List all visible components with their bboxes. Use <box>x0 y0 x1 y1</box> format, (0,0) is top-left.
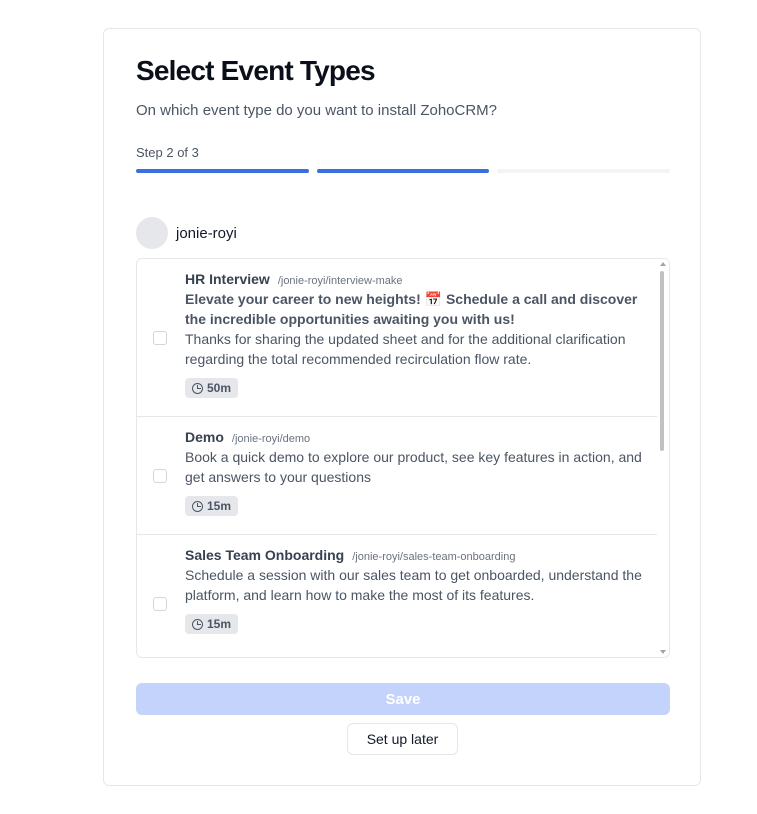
duration-label: 15m <box>207 617 232 631</box>
event-type-slug: /jonie-royi/sales-team-onboarding <box>352 551 516 563</box>
event-type-description: Schedule a session with our sales team t… <box>185 567 642 603</box>
list-scrollbar[interactable] <box>657 259 669 657</box>
user-header: jonie-royi <box>136 217 237 249</box>
avatar <box>136 217 168 249</box>
step-label: Step 2 of 3 <box>136 145 199 160</box>
event-type-content: Sales Team Onboarding /jonie-royi/sales-… <box>185 547 645 635</box>
event-type-name: Demo <box>185 429 224 445</box>
event-type-content: Demo /jonie-royi/demo Book a quick demo … <box>185 429 645 517</box>
page-subtitle: On which event type do you want to insta… <box>136 102 498 119</box>
progress-bar <box>136 169 671 173</box>
duration-label: 50m <box>207 381 232 395</box>
duration-badge: 15m <box>185 496 239 516</box>
event-type-content: HR Interview /jonie-royi/interview-make … <box>185 271 645 399</box>
progress-segment-2 <box>316 169 490 173</box>
event-type-item[interactable]: HR Interview /jonie-royi/interview-make … <box>137 259 659 417</box>
clock-icon <box>192 500 203 512</box>
scroll-down-arrow[interactable] <box>660 650 666 654</box>
event-type-checkbox[interactable] <box>153 331 167 345</box>
event-type-tagline: Elevate your career to new heights! 📅 Sc… <box>185 291 638 327</box>
event-type-description: Book a quick demo to explore our product… <box>185 449 642 485</box>
install-card: Select Event Types On which event type d… <box>103 28 701 786</box>
progress-segment-3 <box>497 169 671 173</box>
event-type-checkbox[interactable] <box>153 597 167 611</box>
clock-icon <box>192 382 203 394</box>
scroll-up-arrow[interactable] <box>660 262 666 266</box>
scrollbar-thumb[interactable] <box>660 271 664 451</box>
duration-badge: 50m <box>185 378 239 398</box>
set-up-later-button[interactable]: Set up later <box>347 723 458 755</box>
page-title: Select Event Types <box>136 55 376 86</box>
event-type-slug: /jonie-royi/interview-make <box>277 275 403 287</box>
event-type-list[interactable]: HR Interview /jonie-royi/interview-make … <box>136 258 670 658</box>
event-type-description: Thanks for sharing the updated sheet and… <box>185 331 626 367</box>
event-type-checkbox[interactable] <box>153 469 167 483</box>
event-type-item[interactable]: Sales Team Onboarding /jonie-royi/sales-… <box>137 535 659 657</box>
clock-icon <box>192 618 203 630</box>
username: jonie-royi <box>176 224 237 242</box>
event-type-name: HR Interview <box>185 271 270 287</box>
duration-badge: 15m <box>185 614 239 634</box>
event-type-slug: /jonie-royi/demo <box>231 433 311 445</box>
event-type-item[interactable]: Demo /jonie-royi/demo Book a quick demo … <box>137 417 659 535</box>
save-button[interactable]: Save <box>136 683 670 715</box>
progress-segment-1 <box>136 169 309 173</box>
duration-label: 15m <box>207 499 232 513</box>
event-type-name: Sales Team Onboarding <box>185 547 345 563</box>
